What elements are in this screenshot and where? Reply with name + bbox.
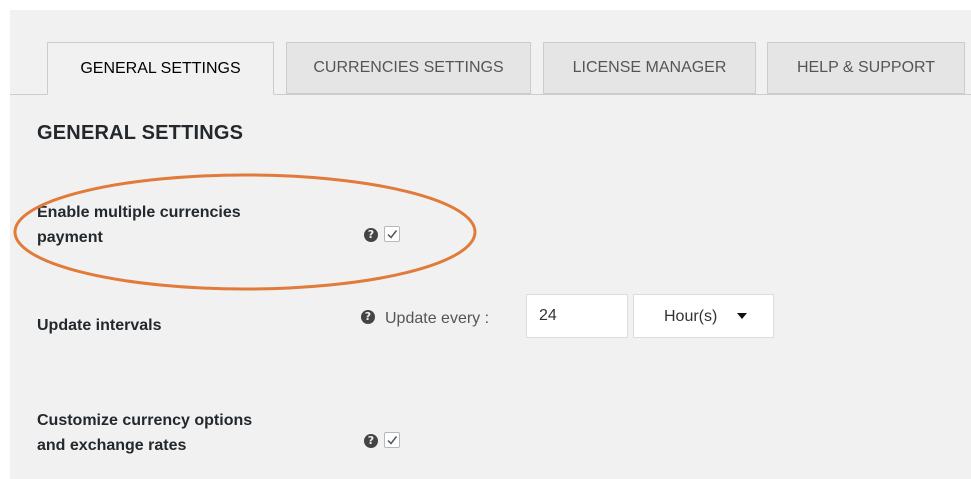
tab-license-manager[interactable]: LICENSE MANAGER (543, 42, 756, 94)
settings-panel: GENERAL SETTINGS CURRENCIES SETTINGS LIC… (10, 10, 971, 479)
customize-options-label-line2: and exchange rates (37, 437, 187, 454)
multi-currency-label: Enable multiple currencies payment (37, 200, 317, 250)
customize-options-checkbox[interactable] (384, 432, 400, 448)
update-interval-label: Update intervals (37, 317, 162, 334)
checkmark-icon (387, 436, 398, 445)
update-every-text: Update every : (385, 310, 490, 327)
tab-currencies-settings[interactable]: CURRENCIES SETTINGS (286, 42, 531, 94)
customize-options-label: Customize currency options and exchange … (37, 408, 317, 458)
tab-label: HELP & SUPPORT (796, 59, 936, 76)
update-interval-input[interactable] (526, 294, 628, 338)
multi-currency-label-line2: payment (37, 229, 103, 246)
customize-options-label-line1: Customize currency options (37, 412, 253, 429)
section-title: GENERAL SETTINGS (37, 122, 244, 144)
tab-label: CURRENCIES SETTINGS (313, 59, 504, 76)
tab-general-settings[interactable]: GENERAL SETTINGS (47, 42, 274, 95)
caret-down-icon (737, 313, 747, 319)
question-circle-icon[interactable]: ? (364, 434, 378, 448)
tab-label: LICENSE MANAGER (572, 59, 727, 76)
checkmark-icon (387, 230, 398, 239)
tab-help-support[interactable]: HELP & SUPPORT (767, 42, 965, 94)
question-circle-icon[interactable]: ? (364, 228, 378, 242)
tab-label: GENERAL SETTINGS (80, 59, 241, 77)
interval-unit-select[interactable]: Hour(s) (633, 294, 774, 338)
multi-currency-checkbox[interactable] (384, 226, 400, 242)
interval-unit-value: Hour(s) (664, 308, 718, 325)
multi-currency-label-line1: Enable multiple currencies (37, 204, 241, 221)
question-circle-icon[interactable]: ? (361, 310, 375, 324)
